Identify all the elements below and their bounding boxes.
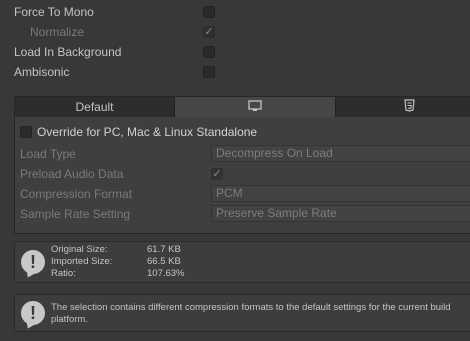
original-size-label: Original Size:	[51, 244, 108, 255]
force-to-mono-checkbox[interactable]	[203, 6, 215, 18]
compression-format-dropdown[interactable]: PCM	[211, 185, 470, 202]
load-in-background-label: Load In Background	[14, 45, 122, 59]
imported-size-label: Imported Size:	[51, 256, 113, 267]
tab-default[interactable]: Default	[15, 97, 175, 117]
sample-rate-setting-label: Sample Rate Setting	[20, 207, 131, 221]
sample-rate-setting-dropdown[interactable]: Preserve Sample Rate	[211, 205, 470, 222]
override-label: Override for PC, Mac & Linux Standalone	[37, 125, 258, 139]
original-size-value: 61.7 KB	[147, 244, 181, 255]
tab-standalone[interactable]	[175, 97, 336, 117]
warning-message: The selection contains different compres…	[51, 302, 451, 325]
tab-default-label: Default	[75, 100, 114, 114]
monitor-icon	[248, 99, 262, 115]
force-to-mono-label: Force To Mono	[14, 5, 94, 19]
ratio-value: 107.63%	[147, 268, 185, 279]
size-info-box: ! Original Size: 61.7 KB Imported Size: …	[14, 241, 470, 283]
normalize-check-icon: ✓	[204, 26, 214, 38]
platform-tabs: Default	[15, 97, 470, 117]
tab-webgl[interactable]	[336, 97, 470, 117]
load-type-dropdown[interactable]: Decompress On Load	[211, 145, 470, 162]
warning-icon: !	[21, 301, 45, 325]
platform-settings-panel: Default Override for PC, Mac & Linux Sta…	[14, 96, 470, 234]
normalize-label: Normalize	[30, 25, 85, 39]
load-in-background-checkbox[interactable]	[203, 46, 215, 58]
ratio-label: Ratio:	[51, 268, 76, 279]
load-type-label: Load Type	[20, 147, 76, 161]
preload-audio-data-label: Preload Audio Data	[20, 167, 124, 181]
ambisonic-label: Ambisonic	[14, 65, 70, 79]
override-checkbox[interactable]	[20, 126, 32, 138]
ambisonic-checkbox[interactable]	[203, 66, 215, 78]
imported-size-value: 66.5 KB	[147, 256, 181, 267]
preload-check-icon: ✓	[212, 168, 222, 180]
compression-format-label: Compression Format	[20, 187, 133, 201]
html5-icon	[403, 99, 415, 115]
compression-warning-box: ! The selection contains different compr…	[14, 294, 470, 332]
info-icon: !	[21, 250, 45, 274]
normalize-checkbox[interactable]: ✓	[203, 26, 215, 38]
preload-audio-data-checkbox[interactable]: ✓	[211, 168, 223, 180]
